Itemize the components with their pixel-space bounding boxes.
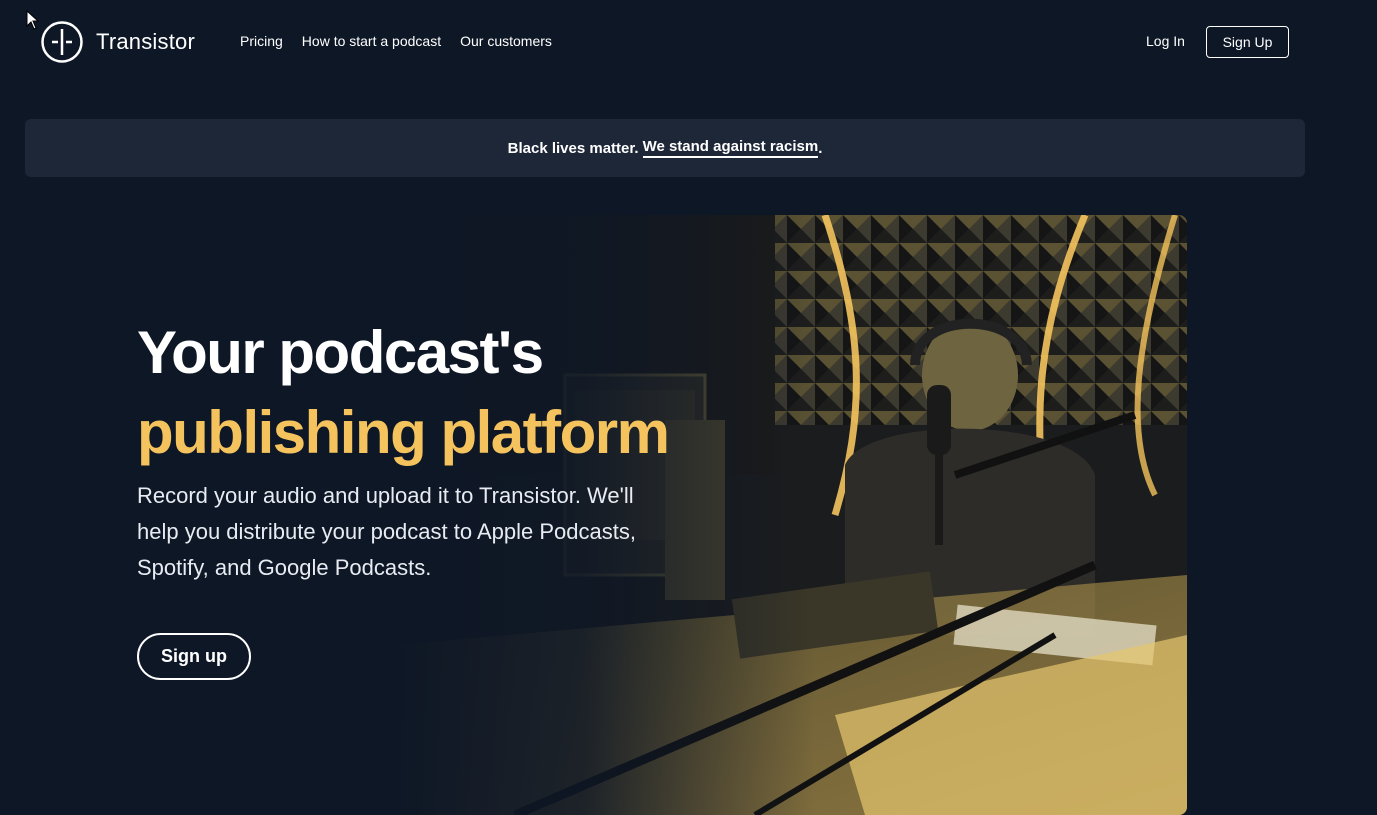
hero-description: Record your audio and upload it to Trans… [137,483,636,580]
hero-title: Your podcast's publishing platform [137,313,670,473]
home-logo-link[interactable]: Transistor [40,20,195,64]
nav-link-how-to-start[interactable]: How to start a podcast [302,33,441,49]
nav-link-pricing[interactable]: Pricing [240,33,283,49]
primary-nav: Pricing How to start a podcast Our custo… [240,33,552,49]
brand-name: Transistor [96,29,195,54]
top-navigation: Transistor Pricing How to start a podcas… [0,0,1377,84]
hero-title-line-2: publishing platform [137,399,670,466]
banner-link[interactable]: We stand against racism [642,138,819,158]
hero-signup-button[interactable]: Sign up [137,633,251,680]
announcement-banner: Black lives matter. We stand against rac… [25,119,1305,177]
banner-suffix: . [818,139,823,157]
nav-link-our-customers[interactable]: Our customers [460,33,552,49]
transistor-logo-icon [41,21,83,63]
hero-title-line-1: Your podcast's [137,319,544,386]
signup-nav-button[interactable]: Sign Up [1206,26,1289,58]
login-link[interactable]: Log In [1146,33,1185,49]
banner-text: Black lives matter. [507,139,639,157]
